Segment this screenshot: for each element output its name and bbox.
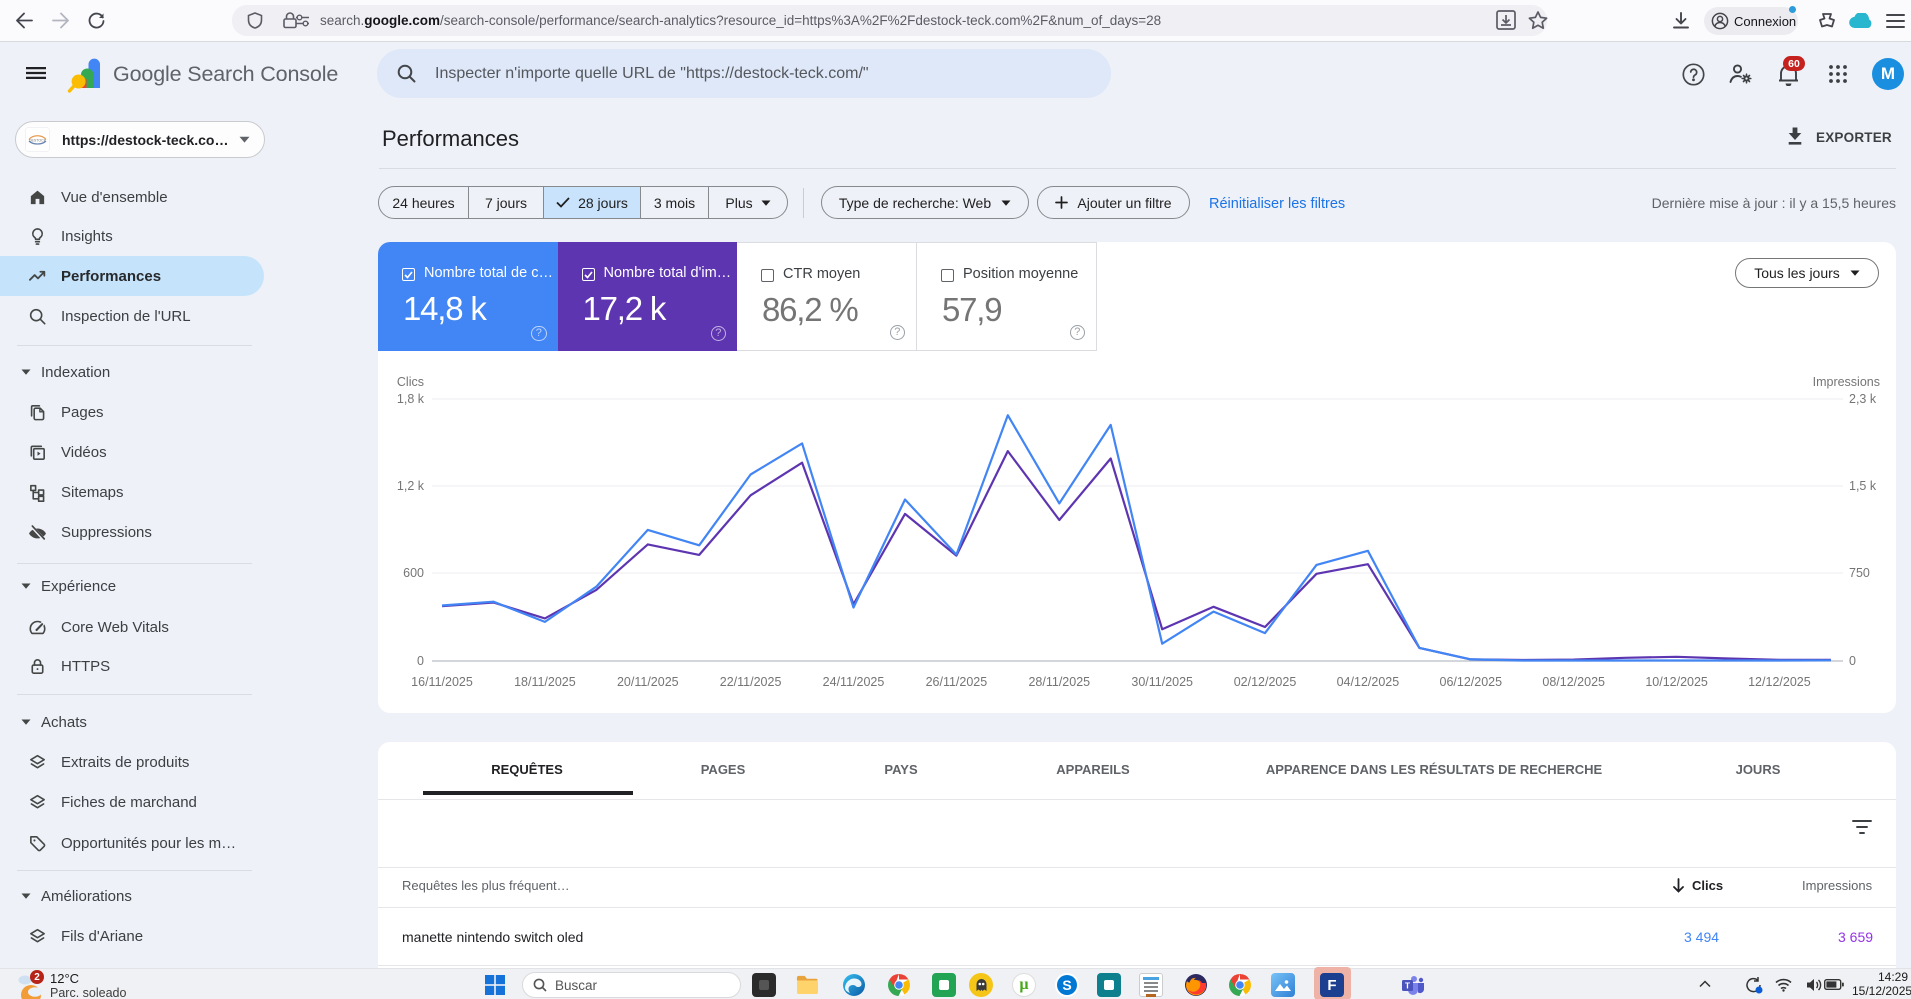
- svg-text:04/12/2025: 04/12/2025: [1337, 675, 1400, 689]
- svg-text:1,5 k: 1,5 k: [1849, 479, 1877, 493]
- svg-text:22/11/2025: 22/11/2025: [720, 675, 782, 689]
- svg-text:1,8 k: 1,8 k: [397, 392, 425, 406]
- svg-text:DESTOCK: DESTOCK: [29, 138, 47, 142]
- svg-text:Clics: Clics: [397, 375, 424, 389]
- svg-text:06/12/2025: 06/12/2025: [1440, 675, 1503, 689]
- svg-text:26/11/2025: 26/11/2025: [926, 675, 988, 689]
- svg-text:28/11/2025: 28/11/2025: [1028, 675, 1090, 689]
- svg-text:750: 750: [1849, 566, 1870, 580]
- svg-text:12/12/2025: 12/12/2025: [1748, 675, 1811, 689]
- svg-text:16/11/2025: 16/11/2025: [411, 675, 473, 689]
- svg-text:18/11/2025: 18/11/2025: [514, 675, 576, 689]
- svg-text:0: 0: [1849, 654, 1856, 668]
- svg-text:02/12/2025: 02/12/2025: [1234, 675, 1297, 689]
- svg-text:20/11/2025: 20/11/2025: [617, 675, 679, 689]
- svg-text:08/12/2025: 08/12/2025: [1542, 675, 1605, 689]
- svg-text:2,3 k: 2,3 k: [1849, 392, 1877, 406]
- svg-text:T: T: [1405, 981, 1411, 991]
- svg-text:0: 0: [417, 654, 424, 668]
- svg-text:600: 600: [403, 566, 424, 580]
- svg-text:1,2 k: 1,2 k: [397, 479, 425, 493]
- svg-text:24/11/2025: 24/11/2025: [823, 675, 885, 689]
- svg-text:30/11/2025: 30/11/2025: [1131, 675, 1193, 689]
- svg-text:10/12/2025: 10/12/2025: [1645, 675, 1708, 689]
- svg-text:Impressions: Impressions: [1813, 375, 1880, 389]
